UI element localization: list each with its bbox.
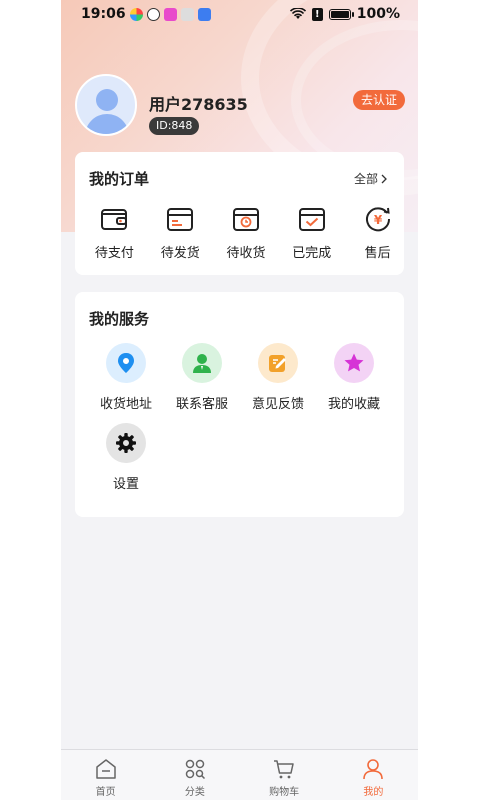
service-label: 意见反馈 (251, 397, 304, 412)
feedback-pencil-icon (258, 343, 298, 383)
face-app-icon (146, 7, 160, 21)
order-label: 售后 (364, 246, 391, 261)
wallet-icon (101, 209, 128, 230)
small-app-icon (180, 7, 194, 21)
service-favorites[interactable]: 我的收藏 (316, 343, 392, 412)
order-label: 待发货 (160, 246, 200, 261)
view-all-label: 全部 (353, 172, 378, 186)
wifi-icon (289, 8, 306, 19)
user-id-badge: ID:848 (149, 117, 200, 135)
battery-icon (328, 8, 354, 20)
order-pending-shipment[interactable]: 待发货 (154, 204, 207, 261)
nav-profile[interactable]: 我的 (329, 750, 418, 800)
order-label: 已完成 (292, 246, 332, 261)
view-all-orders-link[interactable]: 全部 (354, 170, 388, 187)
category-icon (185, 759, 205, 780)
yen-refund-icon: ¥ (365, 207, 390, 232)
check-box-icon (298, 208, 325, 231)
nav-home[interactable]: 首页 (61, 750, 150, 800)
location-pin-icon (106, 343, 146, 383)
orders-card: 我的订单 全部 待支付 待发货 待收货 已完成 ¥ 售后 (75, 152, 404, 275)
app-notification-icon (129, 7, 143, 21)
nav-label: 购物车 (269, 787, 300, 798)
nav-label: 我的 (363, 787, 384, 798)
status-bar: 19:06 ! 100% (61, 0, 418, 28)
order-label: 待收货 (226, 246, 266, 261)
gear-icon (106, 423, 146, 463)
clock-box-icon (232, 208, 259, 231)
verify-button[interactable]: 去认证 (353, 90, 406, 110)
nav-cart[interactable]: 购物车 (240, 750, 329, 800)
nav-label: 分类 (184, 787, 205, 798)
username: 用户278635 (149, 95, 248, 114)
service-settings[interactable]: 设置 (88, 423, 164, 492)
service-customer-support[interactable]: 联系客服 (164, 343, 240, 412)
service-label: 我的收藏 (327, 397, 380, 412)
order-pending-payment[interactable]: 待支付 (88, 204, 141, 261)
services-title: 我的服务 (89, 310, 150, 328)
battery-level: 100% (356, 6, 400, 22)
user-icon (363, 759, 384, 780)
cart-icon (274, 760, 294, 779)
service-shipping-address[interactable]: 收货地址 (88, 343, 164, 412)
services-card: 我的服务 收货地址 联系客服 意见反馈 我的收藏 设置 (75, 292, 404, 517)
service-label: 收货地址 (99, 397, 152, 412)
order-pending-receipt[interactable]: 待收货 (220, 204, 273, 261)
nav-category[interactable]: 分类 (150, 750, 239, 800)
nav-label: 首页 (95, 787, 116, 798)
service-label: 联系客服 (175, 397, 228, 412)
customer-service-icon (182, 343, 222, 383)
box-icon (167, 208, 194, 231)
orders-title: 我的订单 (89, 170, 150, 188)
order-completed[interactable]: 已完成 (285, 204, 338, 261)
service-label: 设置 (112, 477, 139, 492)
order-label: 待支付 (94, 246, 134, 261)
status-time: 19:06 (81, 6, 126, 22)
order-after-sales[interactable]: ¥ 售后 (351, 204, 404, 261)
avatar[interactable] (75, 74, 137, 136)
chevron-right-icon (381, 174, 387, 183)
bottom-nav: 首页 分类 购物车 我的 (61, 749, 418, 800)
weather-app-icon (197, 7, 211, 21)
app-screen: 19:06 ! 100% 用户278635 ID:848 去认证 我的订单 全部… (61, 0, 418, 800)
home-icon (95, 759, 116, 779)
video-app-icon (163, 7, 177, 21)
svg-text:¥: ¥ (373, 213, 382, 227)
alert-icon: ! (311, 7, 323, 21)
service-feedback[interactable]: 意见反馈 (240, 343, 316, 412)
star-icon (334, 343, 374, 383)
